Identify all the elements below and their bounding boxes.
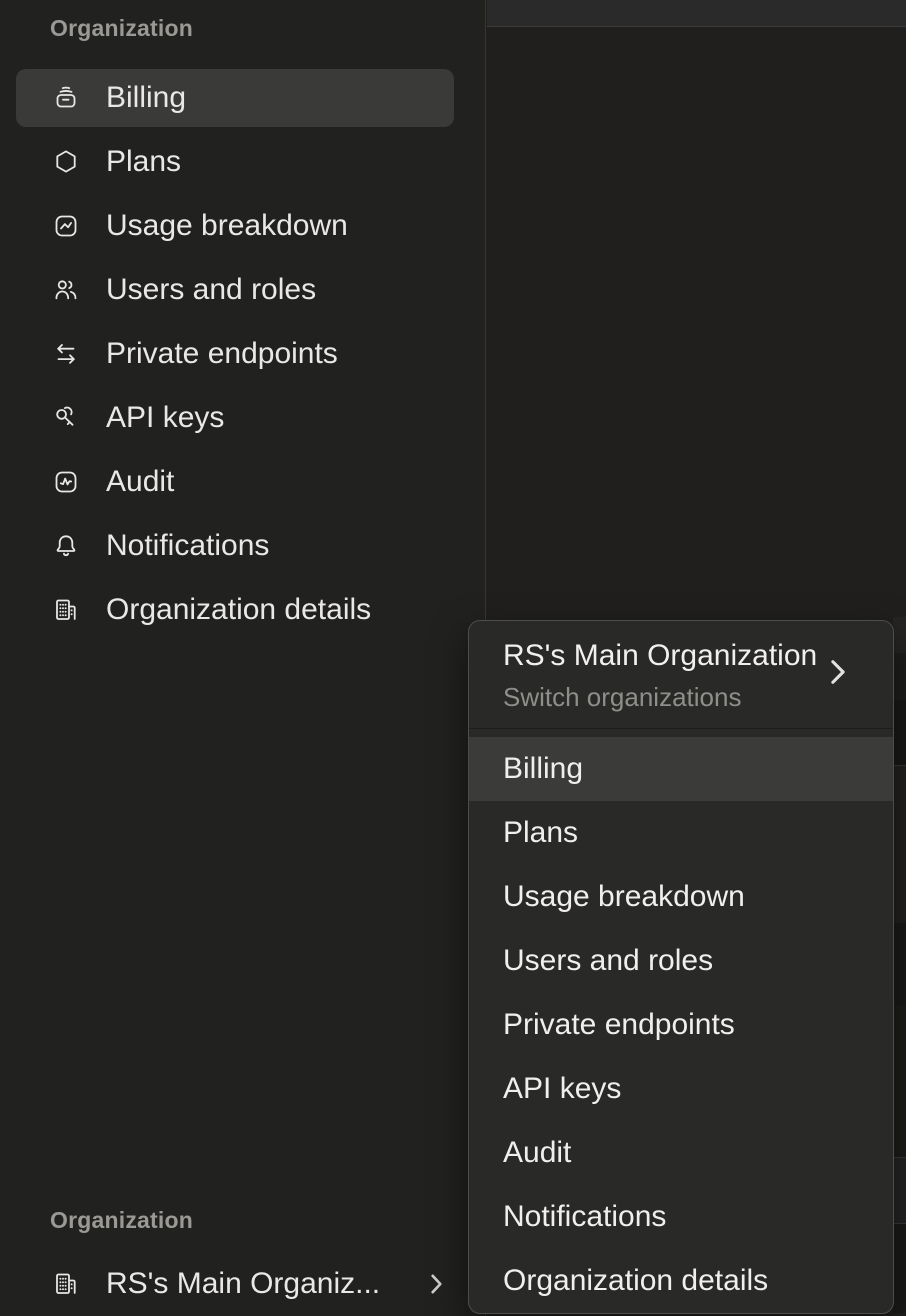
org-menu-list: Billing Plans Usage breakdown Users and … [469, 737, 893, 1313]
sidebar-item-audit[interactable]: Audit [16, 453, 454, 511]
chevron-right-icon [829, 657, 847, 687]
sidebar-nav: Billing Plans Usage breakdown [16, 69, 454, 645]
chevron-right-icon [428, 1272, 445, 1296]
background-content-edge [893, 617, 906, 1314]
sidebar-item-label: API keys [106, 401, 224, 435]
menu-item-private-endpoints[interactable]: Private endpoints [469, 993, 893, 1057]
menu-item-plans[interactable]: Plans [469, 801, 893, 865]
app-window: Organization Billing [0, 0, 906, 1316]
api-keys-icon [52, 404, 80, 432]
menu-item-audit[interactable]: Audit [469, 1121, 893, 1185]
organization-icon [52, 596, 80, 624]
menu-item-usage-breakdown[interactable]: Usage breakdown [469, 865, 893, 929]
plans-icon [52, 148, 80, 176]
main-topbar [487, 0, 906, 27]
sidebar-item-organization-details[interactable]: Organization details [16, 581, 454, 639]
notifications-icon [52, 532, 80, 560]
menu-item-notifications[interactable]: Notifications [469, 1185, 893, 1249]
menu-item-billing[interactable]: Billing [469, 737, 893, 801]
sidebar-item-notifications[interactable]: Notifications [16, 517, 454, 575]
organization-icon [52, 1270, 80, 1298]
org-menu-title: RS's Main Organization [503, 638, 823, 674]
audit-icon [52, 468, 80, 496]
org-switcher[interactable]: RS's Main Organiz... [16, 1255, 454, 1313]
sidebar-item-label: Plans [106, 145, 181, 179]
menu-item-organization-details[interactable]: Organization details [469, 1249, 893, 1313]
sidebar-item-label: Users and roles [106, 273, 316, 307]
sidebar-item-label: Notifications [106, 529, 269, 563]
sidebar-item-label: Private endpoints [106, 337, 338, 371]
sidebar-item-plans[interactable]: Plans [16, 133, 454, 191]
org-switcher-label: RS's Main Organiz... [106, 1267, 380, 1301]
sidebar-item-label: Billing [106, 81, 186, 115]
users-icon [52, 276, 80, 304]
sidebar-item-label: Usage breakdown [106, 209, 348, 243]
sidebar-item-billing[interactable]: Billing [16, 69, 454, 127]
private-endpoints-icon [52, 340, 80, 368]
org-menu-subtitle: Switch organizations [503, 681, 823, 713]
org-menu-header[interactable]: RS's Main Organization Switch organizati… [469, 621, 893, 729]
sidebar-item-label: Organization details [106, 593, 371, 627]
org-menu-popover: RS's Main Organization Switch organizati… [468, 620, 894, 1314]
sidebar-item-label: Audit [106, 465, 174, 499]
sidebar-item-private-endpoints[interactable]: Private endpoints [16, 325, 454, 383]
sidebar-item-api-keys[interactable]: API keys [16, 389, 454, 447]
sidebar-item-usage-breakdown[interactable]: Usage breakdown [16, 197, 454, 255]
usage-breakdown-icon [52, 212, 80, 240]
sidebar-footer-section-title: Organization [50, 1207, 193, 1234]
sidebar-item-users-and-roles[interactable]: Users and roles [16, 261, 454, 319]
billing-icon [52, 84, 80, 112]
menu-item-users-and-roles[interactable]: Users and roles [469, 929, 893, 993]
menu-item-api-keys[interactable]: API keys [469, 1057, 893, 1121]
sidebar-section-title: Organization [50, 15, 193, 42]
sidebar: Organization Billing [0, 0, 486, 1316]
